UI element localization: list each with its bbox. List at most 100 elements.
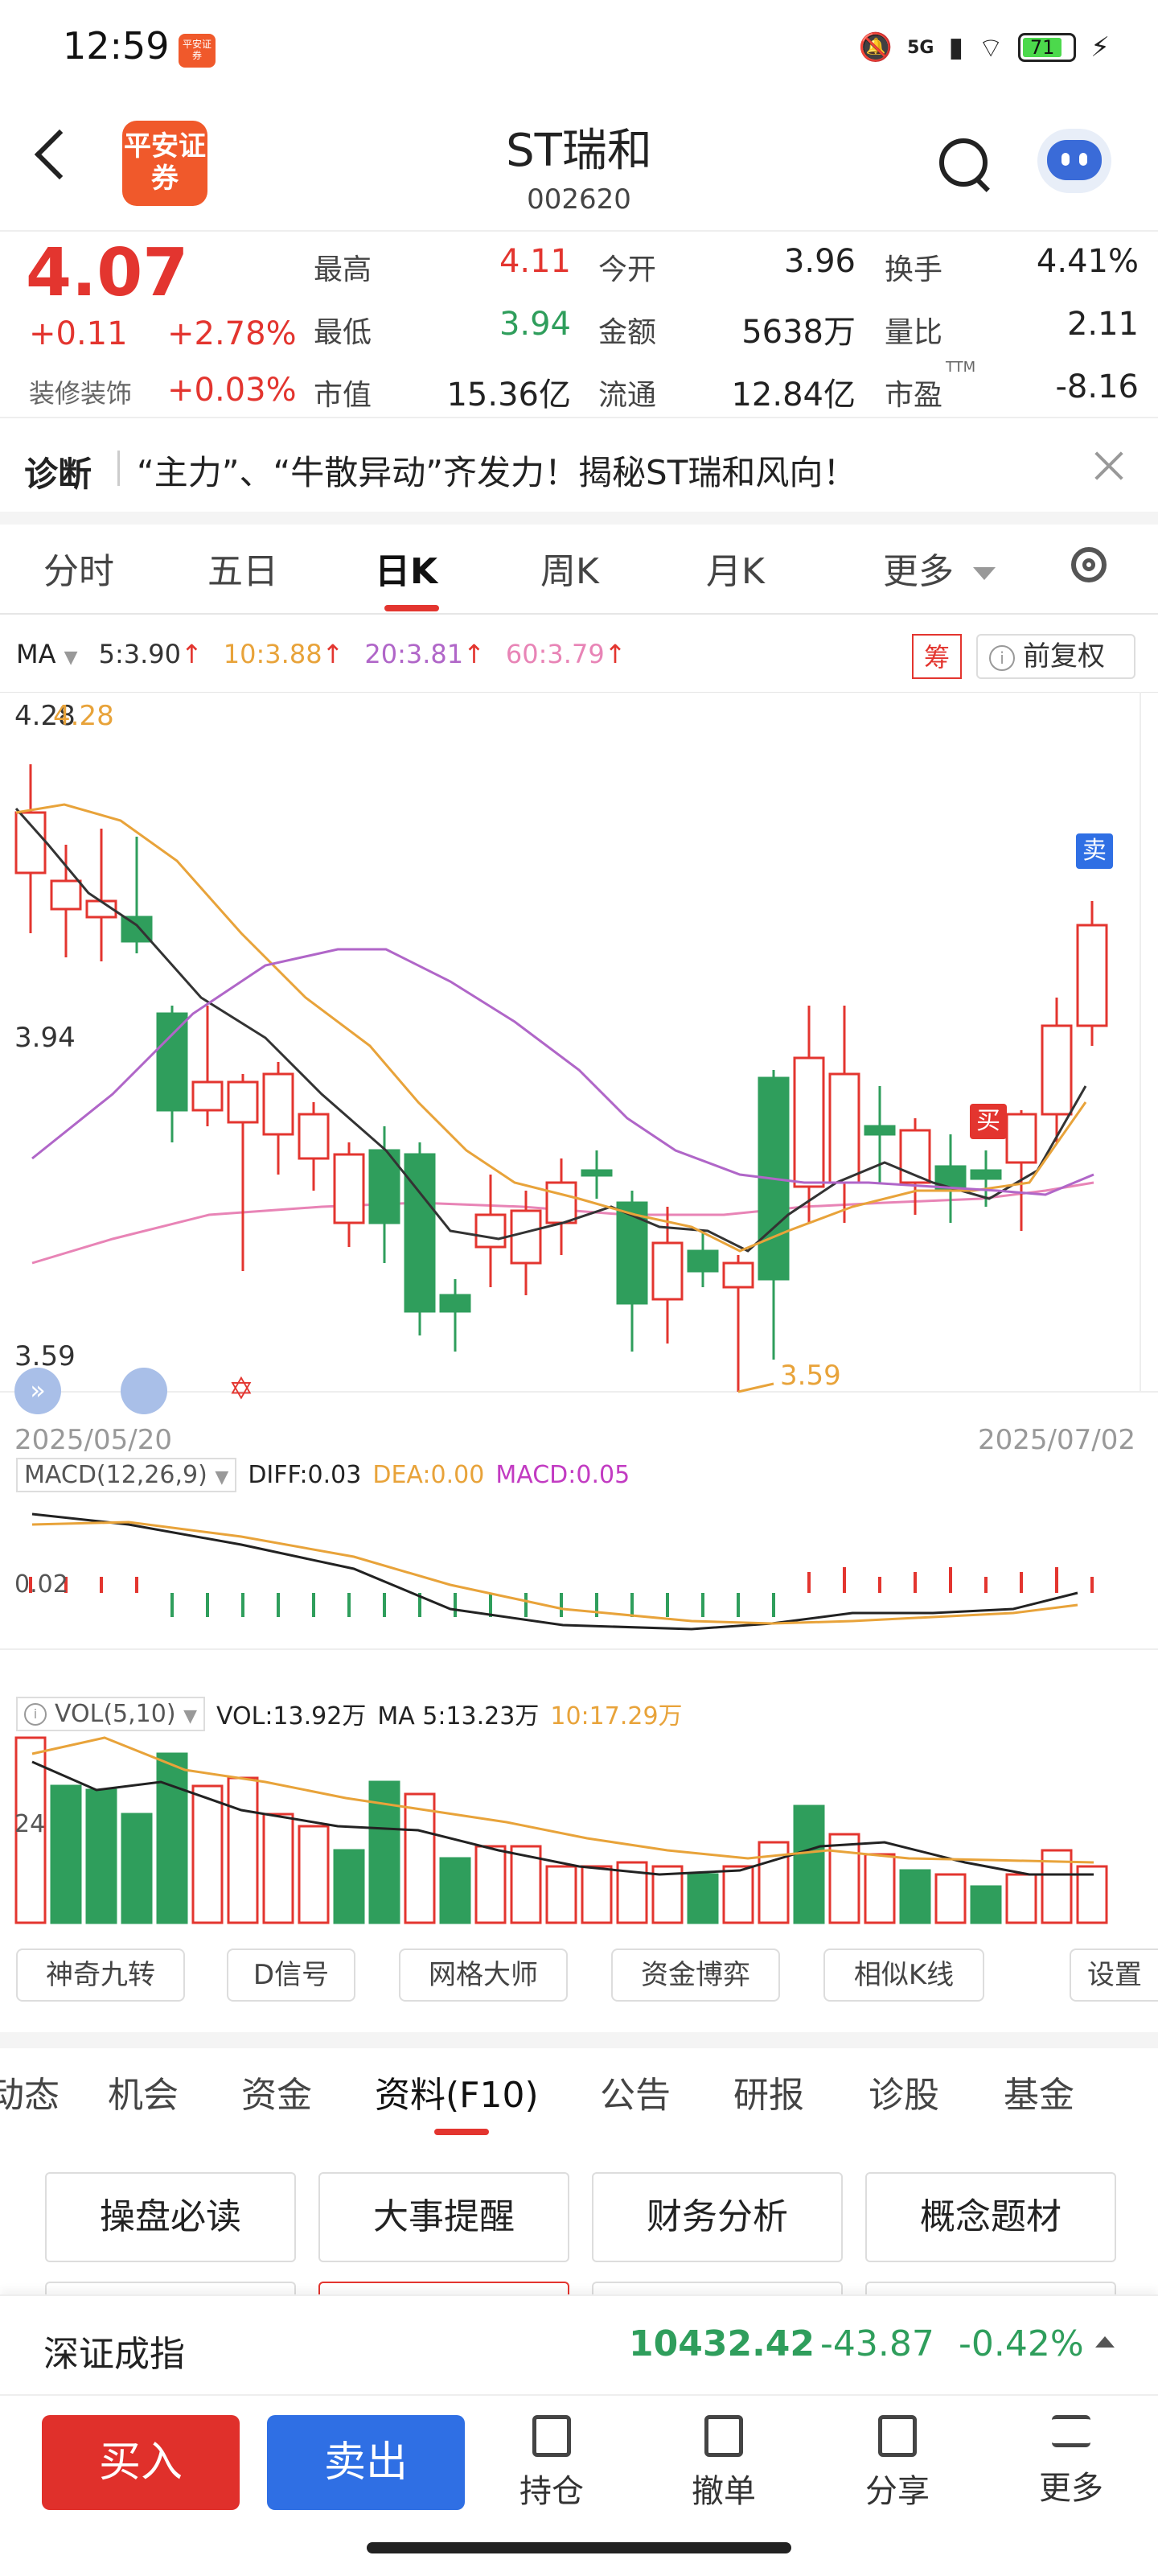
- stat-label: 换手: [885, 253, 943, 286]
- chevron-down-icon: ▼: [183, 1706, 197, 1726]
- volume-bar: [404, 1792, 436, 1924]
- tab-dongtai[interactable]: 动态: [0, 2066, 60, 2117]
- tab-zijin[interactable]: 资金: [241, 2066, 312, 2117]
- ma10-text: 10:3.88: [223, 639, 322, 669]
- share-button[interactable]: 分享: [849, 2415, 946, 2512]
- stat-value: 3.96: [783, 243, 856, 280]
- volume-bar: [687, 1873, 719, 1924]
- robot-assistant-icon[interactable]: [1037, 129, 1111, 193]
- candle-body: [262, 1072, 294, 1136]
- cancel-order-button[interactable]: 撤单: [676, 2415, 772, 2512]
- buy-button[interactable]: 买入: [42, 2415, 240, 2510]
- diagnosis-text[interactable]: “主力”、“牛散异动”齐发力！揭秘ST瑞和风向！: [137, 446, 856, 495]
- holdings-icon: [532, 2415, 571, 2457]
- signal-icon: ▮: [948, 31, 964, 64]
- stat-label: 最高: [314, 253, 372, 286]
- f10-financial-button[interactable]: 财务分析: [592, 2172, 843, 2262]
- more-button[interactable]: 更多: [1023, 2415, 1119, 2508]
- volume-bar: [722, 1865, 754, 1924]
- stat-value: 4.11: [499, 243, 571, 280]
- status-bar: 12:59 平安证券 🔕 5G ▮ ⌔ 71 ⚡: [0, 0, 1158, 97]
- search-icon[interactable]: [939, 138, 988, 187]
- stat-label: 流通: [598, 379, 657, 412]
- high-marker: 4.28: [53, 700, 114, 732]
- macd-panel: [29, 1512, 1094, 1631]
- tab-gonggao[interactable]: 公告: [600, 2066, 671, 2117]
- candle-body: [14, 811, 47, 874]
- candle-body: [828, 1072, 860, 1184]
- volume-bar: [864, 1853, 896, 1924]
- tab-fenshi[interactable]: 分时: [43, 542, 114, 594]
- volume-bar: [333, 1849, 365, 1924]
- tab-jihui[interactable]: 机会: [108, 2066, 179, 2117]
- share-label: 分享: [865, 2473, 930, 2510]
- candle-body: [227, 1080, 259, 1124]
- info-icon: i: [989, 644, 1015, 671]
- volume-bar: [934, 1873, 967, 1924]
- status-icons: 🔕 5G ▮ ⌔ 71 ⚡: [859, 27, 1110, 68]
- macd-selector[interactable]: MACD(12,26,9) ▼: [16, 1458, 237, 1492]
- chip-distribution-button[interactable]: 筹: [912, 634, 962, 679]
- candle-body: [191, 1080, 224, 1112]
- sell-marker[interactable]: 卖: [1076, 833, 1113, 869]
- tab-wuri[interactable]: 五日: [207, 542, 278, 594]
- sell-button[interactable]: 卖出: [267, 2415, 465, 2510]
- fuquan-button[interactable]: i 前复权: [976, 634, 1135, 679]
- tab-yuek[interactable]: 月K: [706, 542, 765, 594]
- tab-rik[interactable]: 日K: [375, 542, 437, 594]
- expand-icon[interactable]: »: [14, 1368, 61, 1414]
- f10-events-button[interactable]: 大事提醒: [318, 2172, 569, 2262]
- buy-marker[interactable]: 买: [970, 1104, 1007, 1139]
- kline-chart[interactable]: [0, 692, 1158, 1931]
- fullscreen-icon[interactable]: [121, 1368, 167, 1414]
- vol-selector[interactable]: i VOL(5,10) ▼: [16, 1696, 205, 1731]
- ma5-text: 5:3.90: [98, 639, 181, 669]
- tab-jijin[interactable]: 基金: [1004, 2066, 1074, 2117]
- price-axis-mid: 3.94: [14, 1022, 76, 1054]
- ma-legend: MA ▼ 5:3.90↑ 10:3.88↑ 20:3.81↑ 60:3.79↑: [16, 639, 626, 669]
- macd-label: MACD(12,26,9): [24, 1461, 207, 1489]
- tab-yanbao[interactable]: 研报: [733, 2066, 804, 2117]
- tool-d-signal[interactable]: D信号: [227, 1948, 355, 2002]
- gear-icon[interactable]: [1071, 547, 1107, 582]
- status-time: 12:59: [63, 24, 170, 68]
- industry-name[interactable]: 装修装饰: [29, 373, 132, 410]
- stat-value: 3.94: [499, 306, 571, 343]
- stat-label: 量比: [885, 316, 943, 349]
- tool-grid-master[interactable]: 网格大师: [399, 1948, 568, 2002]
- ma5-value: 5:3.90↑: [99, 639, 203, 669]
- battery-icon: 71: [1018, 33, 1077, 62]
- volume-bar: [191, 1784, 224, 1924]
- candle-body: [404, 1153, 436, 1313]
- macd-diff: DIFF:0.03: [248, 1461, 362, 1489]
- chevron-down-icon: ▼: [64, 648, 78, 668]
- ma-label[interactable]: MA ▼: [16, 639, 78, 669]
- volume-bar: [899, 1869, 931, 1924]
- index-name: 深证成指: [43, 2334, 185, 2375]
- price-axis-bottom: 3.59: [14, 1340, 76, 1372]
- hold-button[interactable]: 持仓: [503, 2415, 600, 2512]
- volume-bar: [298, 1825, 330, 1924]
- divider: [117, 451, 120, 486]
- tab-f10[interactable]: 资料(F10): [375, 2066, 539, 2117]
- f10-concept-button[interactable]: 概念题材: [865, 2172, 1116, 2262]
- close-icon[interactable]: [1090, 447, 1127, 484]
- active-tab-indicator: [384, 605, 439, 611]
- tool-similar-k[interactable]: 相似K线: [823, 1948, 984, 2002]
- candles: [14, 764, 1108, 1393]
- candle-body: [581, 1169, 613, 1177]
- tab-zhengu[interactable]: 诊股: [868, 2066, 939, 2117]
- cancel-order-icon: [704, 2415, 743, 2457]
- arrow-up-icon: ↑: [180, 639, 203, 669]
- chevron-down-icon: [973, 567, 996, 580]
- stat-label: 市值: [314, 379, 372, 412]
- expand-up-icon[interactable]: [1095, 2336, 1115, 2348]
- event-icon[interactable]: ✡: [228, 1371, 254, 1406]
- candle-body: [864, 1125, 896, 1136]
- tab-more[interactable]: 更多: [883, 542, 996, 594]
- f10-must-read-button[interactable]: 操盘必读: [45, 2172, 296, 2262]
- tool-nine-turn[interactable]: 神奇九转: [16, 1948, 185, 2002]
- tab-zhouk[interactable]: 周K: [540, 542, 599, 594]
- tool-fund-game[interactable]: 资金博弈: [611, 1948, 780, 2002]
- tool-settings[interactable]: 设置: [1070, 1948, 1158, 2002]
